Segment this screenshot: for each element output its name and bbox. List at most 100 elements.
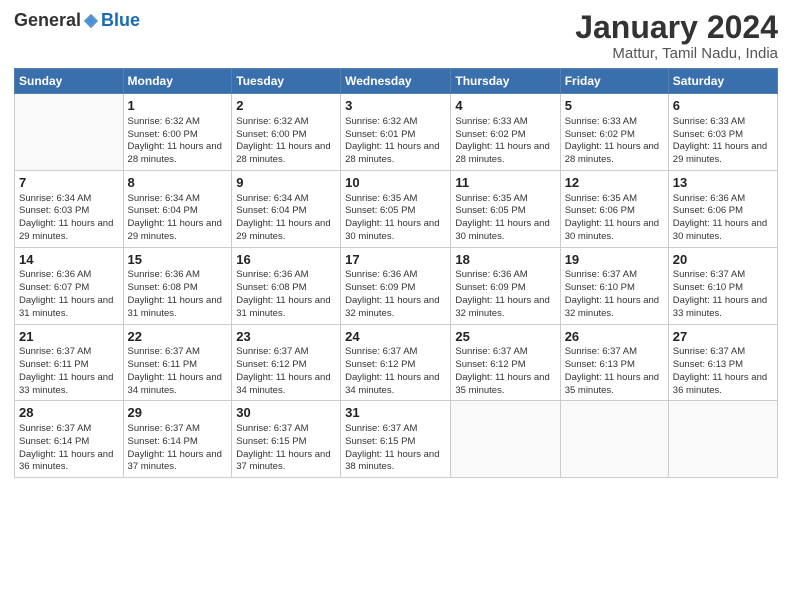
week-row-3: 14Sunrise: 6:36 AM Sunset: 6:07 PM Dayli…: [15, 247, 778, 324]
calendar-cell: 8Sunrise: 6:34 AM Sunset: 6:04 PM Daylig…: [123, 170, 232, 247]
day-info: Sunrise: 6:34 AM Sunset: 6:04 PM Dayligh…: [236, 193, 336, 244]
day-info: Sunrise: 6:33 AM Sunset: 6:02 PM Dayligh…: [455, 116, 555, 167]
weekday-header-monday: Monday: [123, 69, 232, 94]
calendar-cell: 28Sunrise: 6:37 AM Sunset: 6:14 PM Dayli…: [15, 401, 124, 478]
day-info: Sunrise: 6:36 AM Sunset: 6:07 PM Dayligh…: [19, 269, 119, 320]
header: General Blue January 2024 Mattur, Tamil …: [14, 10, 778, 62]
day-info: Sunrise: 6:32 AM Sunset: 6:00 PM Dayligh…: [236, 116, 336, 167]
main-title: January 2024: [575, 10, 778, 45]
calendar-cell: 2Sunrise: 6:32 AM Sunset: 6:00 PM Daylig…: [232, 94, 341, 171]
day-number: 29: [128, 404, 228, 422]
title-area: January 2024 Mattur, Tamil Nadu, India: [575, 10, 778, 62]
day-number: 16: [236, 251, 336, 269]
calendar-cell: 9Sunrise: 6:34 AM Sunset: 6:04 PM Daylig…: [232, 170, 341, 247]
day-info: Sunrise: 6:37 AM Sunset: 6:12 PM Dayligh…: [236, 346, 336, 397]
day-info: Sunrise: 6:37 AM Sunset: 6:14 PM Dayligh…: [128, 423, 228, 474]
day-number: 28: [19, 404, 119, 422]
day-number: 25: [455, 328, 555, 346]
day-info: Sunrise: 6:37 AM Sunset: 6:15 PM Dayligh…: [236, 423, 336, 474]
day-number: 27: [673, 328, 773, 346]
day-info: Sunrise: 6:37 AM Sunset: 6:12 PM Dayligh…: [455, 346, 555, 397]
day-number: 11: [455, 174, 555, 192]
day-info: Sunrise: 6:37 AM Sunset: 6:13 PM Dayligh…: [565, 346, 664, 397]
day-info: Sunrise: 6:36 AM Sunset: 6:09 PM Dayligh…: [455, 269, 555, 320]
calendar-table: SundayMondayTuesdayWednesdayThursdayFrid…: [14, 68, 778, 478]
day-number: 31: [345, 404, 446, 422]
week-row-4: 21 Sunrise: 6:37 AM Sunset: 6:11 PM Dayli…: [15, 324, 778, 401]
weekday-header-wednesday: Wednesday: [341, 69, 451, 94]
calendar-cell: 27Sunrise: 6:37 AM Sunset: 6:13 PM Dayli…: [668, 324, 777, 401]
day-number: 12: [565, 174, 664, 192]
day-number: 4: [455, 97, 555, 115]
week-row-2: 7Sunrise: 6:34 AM Sunset: 6:03 PM Daylig…: [15, 170, 778, 247]
calendar-cell: 17Sunrise: 6:36 AM Sunset: 6:09 PM Dayli…: [341, 247, 451, 324]
day-number: 30: [236, 404, 336, 422]
sub-title: Mattur, Tamil Nadu, India: [575, 45, 778, 62]
weekday-header-saturday: Saturday: [668, 69, 777, 94]
day-number: 10: [345, 174, 446, 192]
day-number: 15: [128, 251, 228, 269]
calendar-cell: 12Sunrise: 6:35 AM Sunset: 6:06 PM Dayli…: [560, 170, 668, 247]
calendar-cell: 13Sunrise: 6:36 AM Sunset: 6:06 PM Dayli…: [668, 170, 777, 247]
logo-area: General Blue: [14, 10, 140, 31]
calendar-cell: 1Sunrise: 6:32 AM Sunset: 6:00 PM Daylig…: [123, 94, 232, 171]
day-info: Sunrise: 6:36 AM Sunset: 6:06 PM Dayligh…: [673, 193, 773, 244]
day-info: Sunrise: 6:36 AM Sunset: 6:08 PM Dayligh…: [128, 269, 228, 320]
day-info: Sunrise: 6:36 AM Sunset: 6:08 PM Dayligh…: [236, 269, 336, 320]
calendar-cell: 31Sunrise: 6:37 AM Sunset: 6:15 PM Dayli…: [341, 401, 451, 478]
calendar-cell: 3Sunrise: 6:32 AM Sunset: 6:01 PM Daylig…: [341, 94, 451, 171]
day-number: 5: [565, 97, 664, 115]
calendar-cell: 18Sunrise: 6:36 AM Sunset: 6:09 PM Dayli…: [451, 247, 560, 324]
calendar-cell: 7Sunrise: 6:34 AM Sunset: 6:03 PM Daylig…: [15, 170, 124, 247]
day-info: Sunrise: 6:32 AM Sunset: 6:00 PM Dayligh…: [128, 116, 228, 167]
calendar-cell: 10Sunrise: 6:35 AM Sunset: 6:05 PM Dayli…: [341, 170, 451, 247]
day-number: 14: [19, 251, 119, 269]
day-number: 1: [128, 97, 228, 115]
day-info: Sunrise: 6:37 AM Sunset: 6:15 PM Dayligh…: [345, 423, 446, 474]
calendar-cell: 24Sunrise: 6:37 AM Sunset: 6:12 PM Dayli…: [341, 324, 451, 401]
day-info: Sunrise: 6:34 AM Sunset: 6:03 PM Dayligh…: [19, 193, 119, 244]
day-number: 8: [128, 174, 228, 192]
calendar-cell: 16Sunrise: 6:36 AM Sunset: 6:08 PM Dayli…: [232, 247, 341, 324]
calendar-cell: 30Sunrise: 6:37 AM Sunset: 6:15 PM Dayli…: [232, 401, 341, 478]
day-number: 9: [236, 174, 336, 192]
day-info: Sunrise: 6:37 AM Sunset: 6:14 PM Dayligh…: [19, 423, 119, 474]
day-number: 22: [128, 328, 228, 346]
calendar-cell: 23Sunrise: 6:37 AM Sunset: 6:12 PM Dayli…: [232, 324, 341, 401]
logo-blue-text: Blue: [101, 10, 140, 31]
day-info: Sunrise: 6:32 AM Sunset: 6:01 PM Dayligh…: [345, 116, 446, 167]
day-info: Sunrise: 6:33 AM Sunset: 6:03 PM Dayligh…: [673, 116, 773, 167]
day-number: 24: [345, 328, 446, 346]
calendar-cell: [451, 401, 560, 478]
weekday-header-thursday: Thursday: [451, 69, 560, 94]
calendar-cell: [560, 401, 668, 478]
calendar-cell: 4Sunrise: 6:33 AM Sunset: 6:02 PM Daylig…: [451, 94, 560, 171]
day-info: Sunrise: 6:36 AM Sunset: 6:09 PM Dayligh…: [345, 269, 446, 320]
day-info: Sunrise: 6:34 AM Sunset: 6:04 PM Dayligh…: [128, 193, 228, 244]
calendar-cell: [15, 94, 124, 171]
calendar-cell: 11Sunrise: 6:35 AM Sunset: 6:05 PM Dayli…: [451, 170, 560, 247]
day-info: Sunrise: 6:35 AM Sunset: 6:05 PM Dayligh…: [455, 193, 555, 244]
calendar-cell: 21Sunrise: 6:37 AM Sunset: 6:11 PM Dayli…: [15, 324, 124, 401]
day-number: 18: [455, 251, 555, 269]
calendar-cell: 20Sunrise: 6:37 AM Sunset: 6:10 PM Dayli…: [668, 247, 777, 324]
day-number: 19: [565, 251, 664, 269]
day-info: Sunrise: 6:37 AM Sunset: 6:11 PM Dayligh…: [128, 346, 228, 397]
calendar-cell: 25Sunrise: 6:37 AM Sunset: 6:12 PM Dayli…: [451, 324, 560, 401]
calendar-cell: 6Sunrise: 6:33 AM Sunset: 6:03 PM Daylig…: [668, 94, 777, 171]
logo-general-text: General: [14, 10, 81, 31]
weekday-header-tuesday: Tuesday: [232, 69, 341, 94]
week-row-1: 1Sunrise: 6:32 AM Sunset: 6:00 PM Daylig…: [15, 94, 778, 171]
day-number: 26: [565, 328, 664, 346]
day-number: 3: [345, 97, 446, 115]
day-number: 21: [19, 328, 119, 346]
day-info: Sunrise: 6:35 AM Sunset: 6:05 PM Dayligh…: [345, 193, 446, 244]
day-number: 23: [236, 328, 336, 346]
day-info: Sunrise: 6:37 AM Sunset: 6:12 PM Dayligh…: [345, 346, 446, 397]
calendar-cell: 29Sunrise: 6:37 AM Sunset: 6:14 PM Dayli…: [123, 401, 232, 478]
calendar-cell: 26Sunrise: 6:37 AM Sunset: 6:13 PM Dayli…: [560, 324, 668, 401]
week-row-5: 28Sunrise: 6:37 AM Sunset: 6:14 PM Dayli…: [15, 401, 778, 478]
calendar-cell: 19Sunrise: 6:37 AM Sunset: 6:10 PM Dayli…: [560, 247, 668, 324]
day-number: 6: [673, 97, 773, 115]
day-number: 17: [345, 251, 446, 269]
